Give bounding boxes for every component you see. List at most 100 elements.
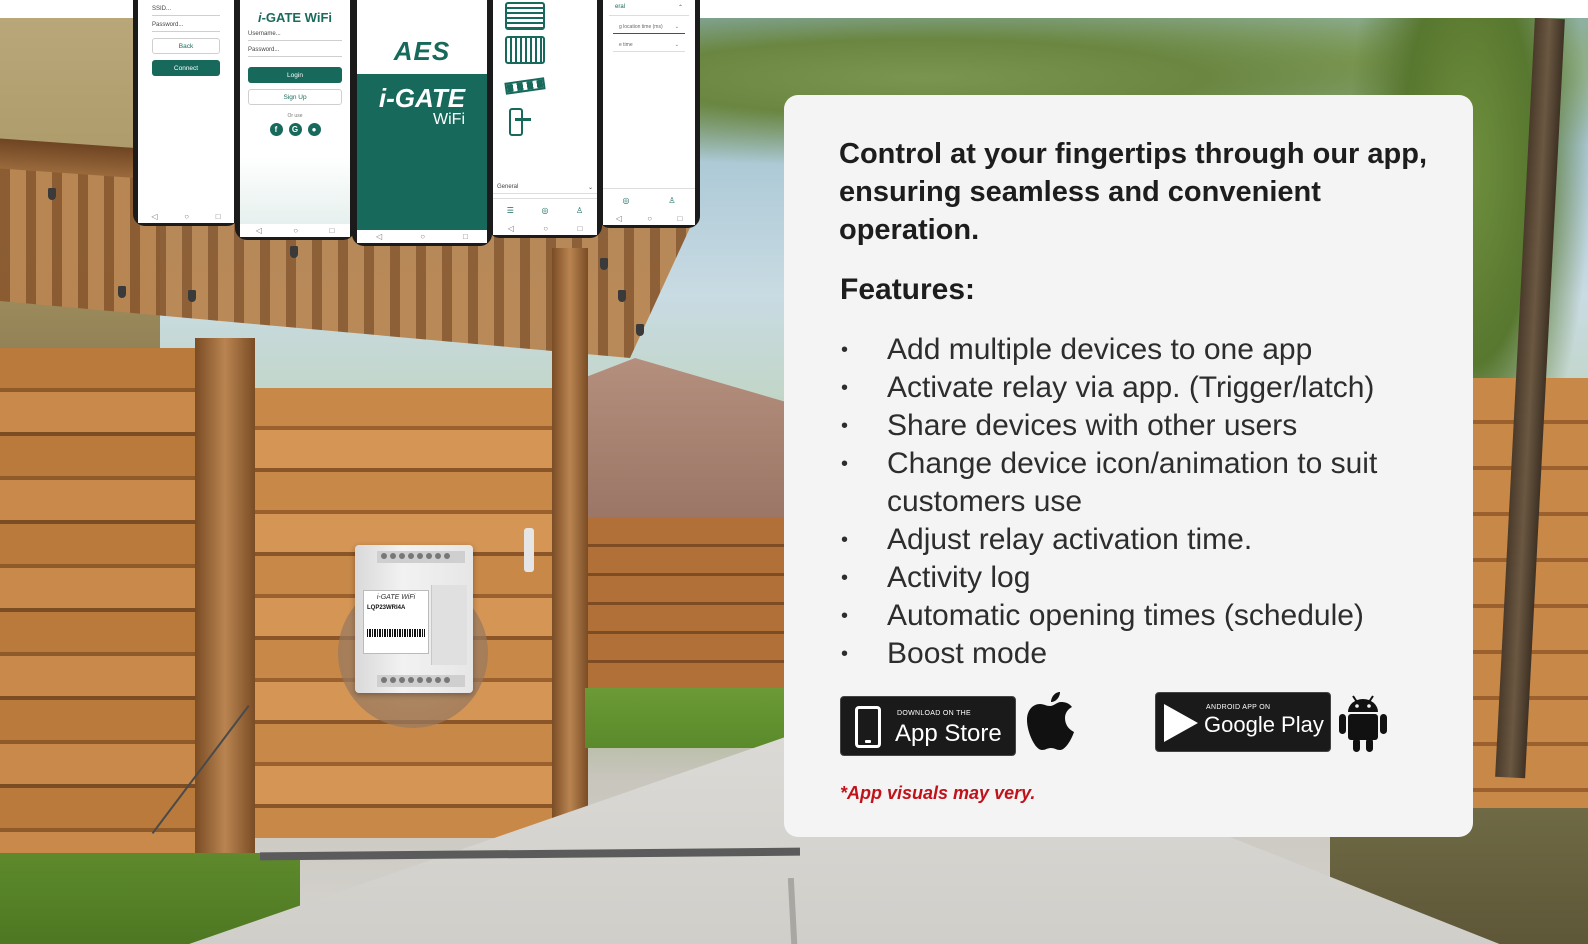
google-icon[interactable]: G (288, 123, 302, 136)
logo-text: -GATE WiFi (261, 10, 333, 25)
chevron-down-icon: ⌄ (674, 24, 679, 30)
category-select[interactable]: General ⌄ (493, 182, 597, 194)
profile-tab-icon[interactable]: ♙ (576, 206, 583, 215)
home-nav-icon[interactable]: ○ (543, 224, 548, 233)
wifi-subtitle: WiFi (433, 111, 465, 128)
accordion-label: eral (615, 4, 626, 10)
apple-logo-icon[interactable] (1024, 688, 1076, 754)
ssid-field[interactable]: SSID... (152, 0, 220, 16)
connect-button[interactable]: Connect (152, 60, 220, 76)
terminal-block-top (377, 551, 465, 563)
sliding-gate-icon[interactable] (505, 36, 545, 64)
gate-handle (524, 528, 534, 572)
back-nav-icon[interactable]: ◁ (256, 226, 262, 235)
facebook-icon[interactable]: f (269, 123, 283, 136)
store-badges: DOWNLOAD ON THE App Store ANDROID APP ON… (840, 692, 1400, 762)
google-play-small-text: ANDROID APP ON (1206, 704, 1271, 711)
password-field[interactable]: Password... (248, 41, 342, 57)
apple-icon[interactable]: ● (307, 123, 321, 136)
activation-time-field[interactable]: g location time (ms) ⌄ (613, 16, 685, 34)
back-nav-icon[interactable]: ◁ (508, 224, 514, 233)
back-nav-icon[interactable]: ◁ (616, 214, 622, 223)
back-nav-icon[interactable]: ◁ (376, 232, 382, 241)
home-nav-icon[interactable]: ○ (420, 232, 425, 241)
phone-mockup-login: i-GATE WiFi Username... Password... Logi… (235, 0, 355, 240)
string-light (188, 290, 196, 302)
string-light (290, 246, 298, 258)
devices-tab-icon[interactable]: ◎ (541, 206, 548, 215)
feature-text: Adjust relay activation time. (887, 523, 1253, 556)
boom-barrier-icon[interactable] (504, 77, 546, 95)
bullet: • (841, 339, 849, 361)
igate-wifi-logo: i-GATE WiFi (240, 0, 350, 25)
bullet: • (841, 567, 849, 589)
play-icon (1164, 704, 1198, 742)
back-button[interactable]: Back (152, 38, 220, 54)
general-accordion[interactable]: eral ⌃ (609, 0, 689, 16)
phone-mockup-wifi-setup: SSID... Password... Back Connect ◁ ○ □ (133, 0, 239, 226)
chevron-down-icon: ⌄ (587, 185, 593, 191)
profile-tab-icon[interactable]: ♙ (668, 196, 675, 205)
phone-screen: eral ⌃ g location time (ms) ⌄ e time ⌄ ◎ ♙ (603, 0, 695, 212)
app-store-small-text: DOWNLOAD ON THE (897, 710, 971, 717)
back-nav-icon[interactable]: ◁ (151, 212, 157, 221)
phone-screen: SSID... Password... Back Connect (138, 0, 234, 210)
signup-button[interactable]: Sign Up (248, 89, 342, 105)
headline: Control at your fingertips through our a… (839, 138, 1428, 246)
home-nav-icon[interactable]: ○ (293, 226, 298, 235)
feature-text: Share devices with other users (887, 409, 1298, 442)
feature-item: • Share devices with other users (839, 407, 1433, 445)
feature-text: Automatic opening times (schedule) (887, 599, 1364, 632)
android-nav-bar: ◁ ○ □ (138, 210, 234, 223)
time-field[interactable]: e time ⌄ (613, 34, 685, 52)
lawn (585, 688, 785, 748)
settings-card: eral ⌃ g location time (ms) ⌄ e time ⌄ (609, 0, 689, 62)
string-light (636, 324, 644, 336)
recents-nav-icon[interactable]: □ (677, 214, 682, 223)
phone-screen: i-GATE WiFi Username... Password... Logi… (240, 0, 350, 224)
igate-title: i-GATE (378, 83, 466, 113)
string-light (600, 258, 608, 270)
aes-logo: AES (393, 36, 451, 66)
time-label: e time (619, 42, 633, 48)
wifi-form-card: SSID... Password... Back Connect (144, 0, 228, 88)
password-placeholder: Password... (248, 47, 280, 53)
recents-nav-icon[interactable]: □ (577, 224, 582, 233)
login-button[interactable]: Login (248, 67, 342, 83)
phone-mockup-device-icons: General ⌄ ☰ ◎ ♙ ◁ ○ □ (488, 0, 602, 238)
garage-door-icon[interactable] (505, 2, 545, 30)
feature-text: Add multiple devices to one app (887, 333, 1313, 366)
username-field[interactable]: Username... (248, 25, 342, 41)
feature-item: • Automatic opening times (schedule) (839, 597, 1433, 635)
bullet: • (841, 529, 849, 551)
bullet: • (841, 453, 849, 475)
feature-item: • Add multiple devices to one app (839, 331, 1433, 369)
home-nav-icon[interactable]: ○ (184, 212, 189, 221)
list-tab-icon[interactable]: ☰ (507, 206, 514, 215)
app-store-badge[interactable]: DOWNLOAD ON THE App Store (840, 696, 1016, 756)
devices-tab-icon[interactable]: ◎ (622, 196, 629, 205)
google-play-badge[interactable]: ANDROID APP ON Google Play (1155, 692, 1331, 752)
recents-nav-icon[interactable]: □ (463, 232, 468, 241)
android-nav-bar: ◁ ○ □ (603, 212, 695, 225)
category-select-value: General (497, 184, 519, 190)
module-brand: i-GATE WiFi (376, 594, 416, 601)
disclaimer-note: *App visuals may very. (840, 783, 1036, 803)
recents-nav-icon[interactable]: □ (329, 226, 334, 235)
recents-nav-icon[interactable]: □ (216, 212, 221, 221)
feature-item: • Adjust relay activation time. (839, 521, 1433, 559)
features-list: • Add multiple devices to one app • Activa… (839, 331, 1433, 673)
password-field[interactable]: Password... (152, 16, 220, 32)
barcode (367, 629, 425, 637)
string-light (118, 286, 126, 298)
social-login-row: f G ● (240, 123, 350, 136)
android-nav-bar: ◁ ○ □ (357, 230, 487, 243)
home-nav-icon[interactable]: ○ (647, 214, 652, 223)
module-side (431, 585, 467, 665)
phone-icon (855, 706, 881, 748)
door-lock-icon[interactable] (509, 108, 531, 136)
feature-text: Activity log (887, 561, 1031, 594)
android-logo-icon[interactable] (1338, 690, 1388, 754)
features-panel: Control at your fingertips through our a… (784, 95, 1473, 837)
feature-item: • Activate relay via app. (Trigger/latch) (839, 369, 1433, 407)
